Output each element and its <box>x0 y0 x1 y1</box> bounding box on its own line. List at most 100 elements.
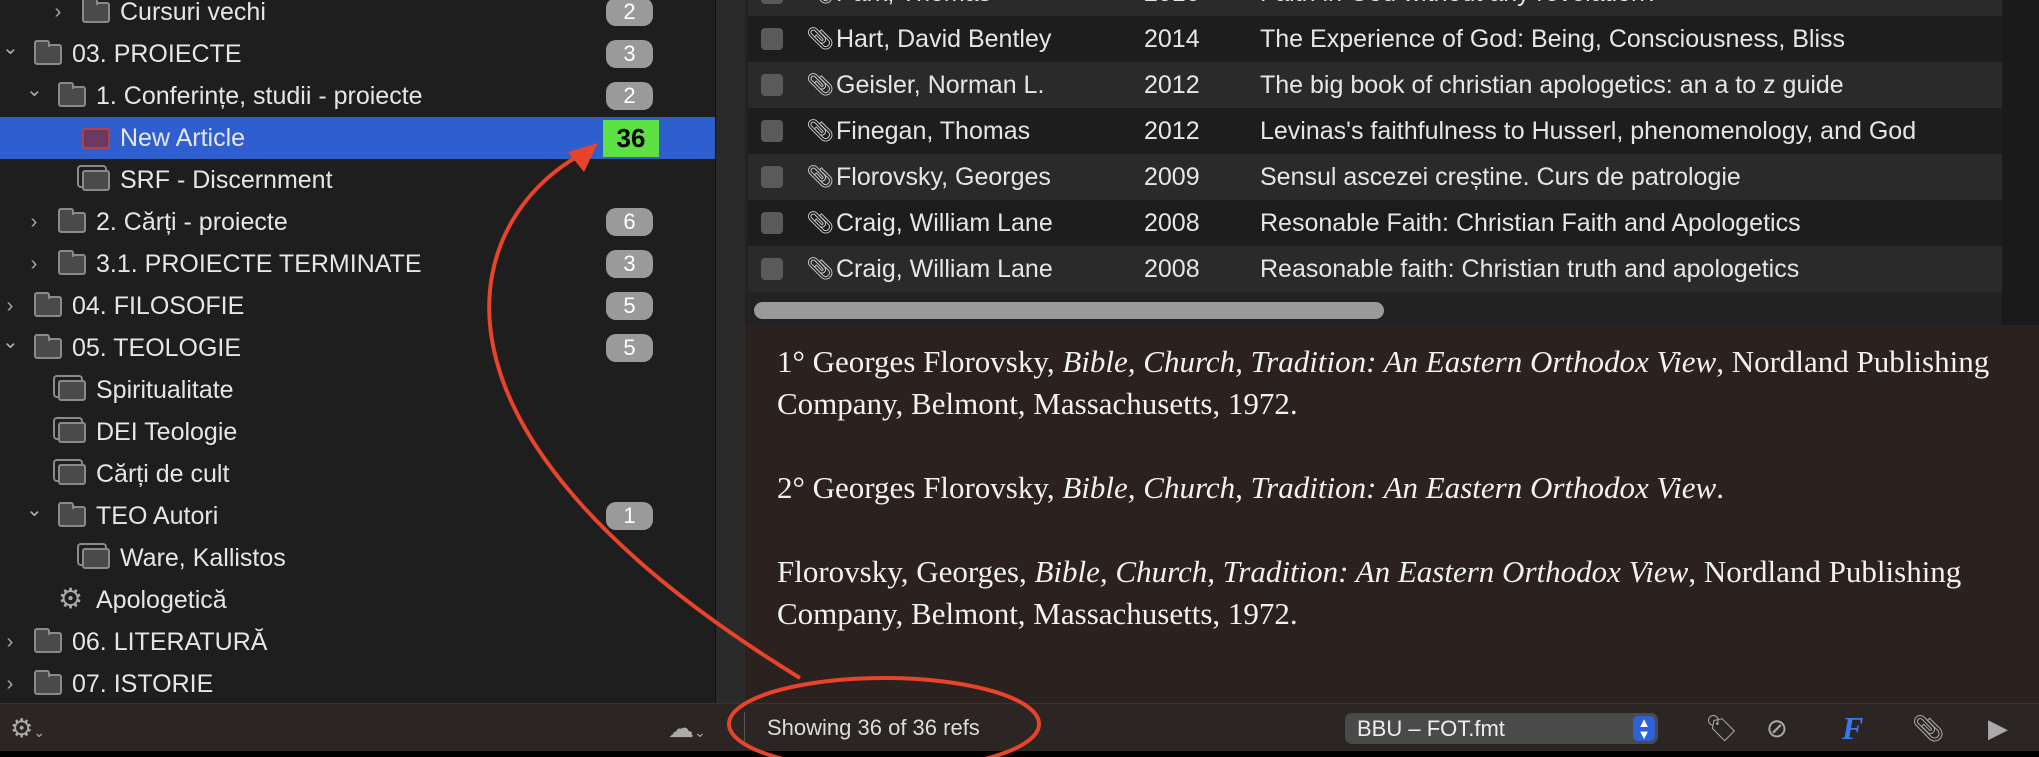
references-table: 📎︎Park, Thomas2016Faith in God without a… <box>745 0 2039 325</box>
attachment-icon: 📎︎ <box>806 210 834 235</box>
sidebar-item-label: 04. FILOSOFIE <box>72 292 245 320</box>
row-checkbox[interactable] <box>761 166 783 188</box>
year-cell: 2009 <box>1144 163 1200 191</box>
chevron-updown-icon: ▲ ▼ <box>1633 716 1655 741</box>
sidebar-item[interactable]: ⌄ 03. PROIECTE 3 <box>0 33 715 75</box>
table-row[interactable]: 📎︎ Geisler, Norman L. 2012 The big book of … <box>748 62 2003 108</box>
sidebar-item-label: DEI Teologie <box>96 418 238 446</box>
sidebar-item[interactable]: › 04. FILOSOFIE 5 <box>0 285 715 327</box>
citation-preview: 1° Georges Florovsky, Bible, Church, Tra… <box>745 325 2039 703</box>
sidebar-item-label: Cursuri vechi <box>120 0 266 26</box>
attachment-icon: 📎︎ <box>806 164 834 189</box>
sidebar-item[interactable]: ⌄ TEO Autori 1 <box>0 495 715 537</box>
count-badge: 5 <box>606 334 653 362</box>
year-cell: 2008 <box>1144 209 1200 237</box>
attachment-icon: 📎︎ <box>806 0 834 16</box>
tag-icon[interactable]: 🏷︎ <box>1705 704 1738 752</box>
table-row[interactable]: 📎︎ Florovsky, Georges 2009 Sensul ascezei c… <box>748 154 2003 200</box>
sidebar-item[interactable]: ⌄ 1. Conferințe, studii - proiecte 2 <box>0 75 715 117</box>
year-cell: 2016 <box>1144 0 1200 16</box>
title-cell: Sensul ascezei creștine. Curs de patrolo… <box>1260 163 1741 191</box>
folder-icon <box>58 208 86 233</box>
table-row[interactable]: 📎︎ Craig, William Lane 2008 Resonable Faith… <box>748 200 2003 246</box>
row-checkbox[interactable] <box>761 212 783 234</box>
row-checkbox[interactable] <box>761 74 783 96</box>
sidebar-item[interactable]: › 06. LITERATURĂ <box>0 621 715 663</box>
sidebar-item[interactable]: Ware, Kallistos <box>0 537 715 579</box>
chevron-right-icon[interactable]: › <box>2 621 18 663</box>
sidebar-item-label: Cărți de cult <box>96 460 230 488</box>
sidebar-item-label: 03. PROIECTE <box>72 40 242 68</box>
attachment-icon: 📎︎ <box>806 26 834 51</box>
sidebar-item[interactable]: ⌄ 05. TEOLOGIE 5 <box>0 327 715 369</box>
sidebar-item[interactable]: › 3.1. PROIECTE TERMINATE 3 <box>0 243 715 285</box>
chevron-right-icon[interactable]: › <box>50 0 66 33</box>
sidebar-item-label: Apologetică <box>96 586 227 614</box>
folder-icon <box>34 628 62 653</box>
table-row[interactable]: 📎︎Park, Thomas 2016 Faith in God without a… <box>748 0 2003 16</box>
folder-icon <box>34 40 62 65</box>
paperclip-icon[interactable]: 📎︎ <box>1912 704 1945 752</box>
toolbar-separator <box>744 712 745 744</box>
attachment-icon: 📎︎ <box>806 72 834 97</box>
chevron-right-icon[interactable]: › <box>2 663 18 703</box>
chevron-down-icon[interactable]: ⌄ <box>2 33 19 63</box>
compass-icon[interactable]: ⊘ <box>1766 704 1788 752</box>
count-badge: 2 <box>606 82 653 110</box>
sidebar-item[interactable]: › 07. ISTORIE <box>0 663 715 703</box>
count-badge: 2 <box>606 0 653 26</box>
table-row[interactable]: 📎︎ Finegan, Thomas 2012 Levinas's faithfuln… <box>748 108 2003 154</box>
title-cell: The Experience of God: Being, Consciousn… <box>1260 25 1846 53</box>
row-checkbox[interactable] <box>761 258 783 280</box>
chevron-down-icon[interactable]: ⌄ <box>2 327 19 357</box>
folder-icon <box>34 670 62 695</box>
chevron-right-icon[interactable]: › <box>26 243 42 285</box>
sidebar-item[interactable]: Spiritualitate <box>0 369 715 411</box>
status-text: Showing 36 of 36 refs <box>767 715 980 740</box>
sidebar-item[interactable]: Cărți de cult <box>0 453 715 495</box>
chevron-right-icon[interactable]: › <box>2 285 18 327</box>
sidebar-item[interactable]: DEI Teologie <box>0 411 715 453</box>
group-icon <box>58 464 86 485</box>
gear-icon: ⚙ <box>58 583 84 614</box>
sidebar-item-label: 05. TEOLOGIE <box>72 334 242 362</box>
sidebar-item[interactable]: ⚙ Apologetică <box>0 579 715 621</box>
count-badge: 3 <box>606 40 653 68</box>
year-cell: 2014 <box>1144 25 1200 53</box>
row-checkbox[interactable] <box>761 120 783 142</box>
cloud-sync-icon[interactable]: ☁⌄ <box>668 704 706 756</box>
sidebar-item[interactable]: › Cursuri vechi 2 <box>0 0 715 33</box>
chevron-right-icon[interactable]: › <box>26 201 42 243</box>
pane-divider[interactable] <box>715 0 745 703</box>
preview-paragraph-2: 2° Georges Florovsky, Bible, Church, Tra… <box>777 470 1724 505</box>
sidebar-item-label: SRF - Discernment <box>120 166 333 194</box>
table-row[interactable]: 📎︎ Hart, David Bentley 2014 The Experience … <box>748 16 2003 62</box>
author-cell: Florovsky, Georges <box>836 163 1051 191</box>
chevron-down-icon[interactable]: ⌄ <box>26 75 43 105</box>
sidebar-item-label: Spiritualitate <box>96 376 234 404</box>
sidebar-item[interactable]: New Article 36 <box>0 117 715 159</box>
sidebar-item[interactable]: › 2. Cărți - proiecte 6 <box>0 201 715 243</box>
folder-icon <box>82 0 110 23</box>
chevron-down-icon[interactable]: ⌄ <box>26 495 43 525</box>
sidebar-item[interactable]: SRF - Discernment <box>0 159 715 201</box>
format-icon[interactable]: F <box>1842 704 1863 752</box>
sidebar-item-label: New Article <box>120 124 246 152</box>
horizontal-scrollbar[interactable] <box>754 302 1384 319</box>
folder-icon <box>34 334 62 359</box>
title-cell: The big book of christian apologetics: a… <box>1260 71 1844 99</box>
format-select[interactable]: BBU – FOT.fmt ▲ ▼ <box>1345 713 1658 744</box>
play-icon[interactable]: ▶ <box>1988 704 2008 752</box>
author-cell: Geisler, Norman L. <box>836 71 1045 99</box>
gear-menu-icon[interactable]: ⚙⌄ <box>10 704 45 756</box>
row-checkbox[interactable] <box>761 28 783 50</box>
title-cell: Levinas's faithfulness to Husserl, pheno… <box>1260 117 1917 145</box>
group-icon <box>58 422 86 443</box>
count-badge: 1 <box>606 502 653 530</box>
row-checkbox[interactable] <box>761 0 783 4</box>
year-cell: 2012 <box>1144 71 1200 99</box>
count-badge: 36 <box>603 120 659 157</box>
table-row[interactable]: 📎︎ Craig, William Lane 2008 Reasonable fait… <box>748 246 2003 292</box>
preview-paragraph-1: 1° Georges Florovsky, Bible, Church, Tra… <box>777 344 1990 421</box>
year-cell: 2012 <box>1144 117 1200 145</box>
